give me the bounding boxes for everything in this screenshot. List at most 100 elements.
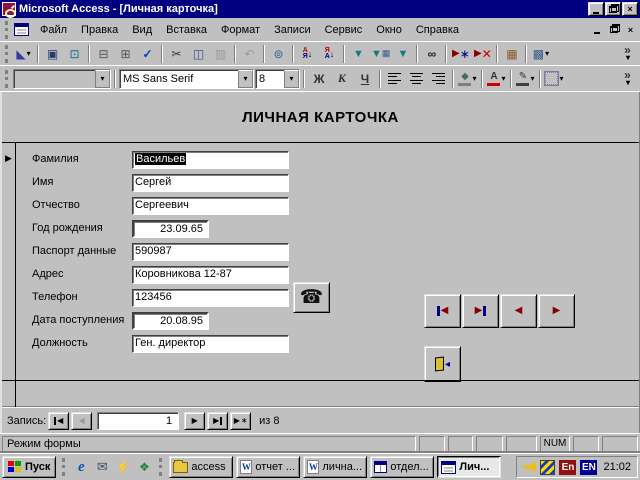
border-button[interactable]: ▾: [544, 69, 565, 89]
fill-color-button[interactable]: ◆▾: [457, 69, 478, 89]
font-color-button[interactable]: А▾: [486, 69, 507, 89]
record-prev-button[interactable]: ◀: [71, 412, 92, 430]
surname-field[interactable]: Васильев: [132, 151, 289, 169]
font-size-dropdown-icon[interactable]: ▾: [284, 70, 299, 88]
align-center-button[interactable]: [406, 69, 427, 89]
record-next-icon: ▶: [192, 416, 198, 425]
menubar-grip[interactable]: [5, 21, 9, 39]
passport-field[interactable]: 590987: [132, 243, 289, 261]
line-color-button[interactable]: ✎▾: [515, 69, 536, 89]
print-preview-button[interactable]: ⊞: [115, 44, 136, 64]
language-indicator-en-red[interactable]: En: [559, 460, 576, 475]
dial-phone-button[interactable]: ☎: [293, 282, 330, 313]
record-new-button[interactable]: ▶∗: [230, 412, 251, 430]
task-button-lich-active[interactable]: Лич...: [437, 456, 501, 478]
taskbar-grip[interactable]: [62, 458, 66, 476]
filter-by-form-button[interactable]: ▼▦: [370, 44, 391, 64]
patronymic-field[interactable]: Сергеевич: [132, 197, 289, 215]
menu-item-window[interactable]: Окно: [369, 21, 409, 39]
standard-overflow-button[interactable]: »▾: [617, 44, 638, 64]
record-next-button[interactable]: ▶: [184, 412, 205, 430]
record-selector-bar[interactable]: ▶: [2, 143, 16, 407]
form-system-icon[interactable]: [14, 23, 29, 36]
hiredate-field[interactable]: 20.08.95: [132, 312, 209, 330]
menu-item-tools[interactable]: Сервис: [318, 21, 370, 39]
previous-record-button[interactable]: ◀: [500, 294, 537, 328]
file-search-button[interactable]: ⊡: [64, 44, 85, 64]
ie-quicklaunch-button[interactable]: e: [72, 458, 90, 476]
menu-item-records[interactable]: Записи: [267, 21, 318, 39]
mdi-minimize-button[interactable]: [589, 23, 604, 36]
apply-filter-button[interactable]: ▼: [392, 44, 413, 64]
task-button-report[interactable]: Wотчет ...: [236, 456, 300, 478]
menu-item-format[interactable]: Формат: [214, 21, 267, 39]
close-button[interactable]: ×: [622, 2, 638, 16]
taskbar-grip[interactable]: [159, 458, 163, 476]
record-first-button[interactable]: ◀: [48, 412, 69, 430]
standard-toolbar-grip[interactable]: [5, 45, 9, 63]
new-object-button[interactable]: ▩▾: [530, 44, 551, 64]
formatting-overflow-button[interactable]: »▾: [617, 69, 638, 89]
align-left-button[interactable]: [384, 69, 405, 89]
formatting-toolbar-grip[interactable]: [5, 70, 9, 88]
sort-descending-button[interactable]: ЯА↓: [319, 44, 340, 64]
bold-button[interactable]: Ж: [308, 69, 330, 89]
object-select-combo[interactable]: ▾: [13, 69, 111, 89]
task-button-access[interactable]: access: [169, 456, 233, 478]
underline-button[interactable]: Ч: [354, 69, 376, 89]
record-prev-icon: ◀: [79, 416, 85, 425]
language-indicator-en-blue[interactable]: EN: [580, 460, 597, 475]
save-button[interactable]: ▣: [42, 44, 63, 64]
font-name-dropdown-icon[interactable]: ▾: [238, 70, 253, 88]
mdi-close-button[interactable]: ×: [623, 23, 638, 36]
exit-form-button[interactable]: ◂: [424, 346, 461, 382]
speaker-icon[interactable]: [523, 462, 536, 473]
cut-icon: ✂: [171, 47, 181, 61]
mail-quicklaunch-button[interactable]: ✉: [93, 458, 111, 476]
undo-button[interactable]: ↶: [239, 44, 260, 64]
restore-button[interactable]: [605, 2, 621, 16]
minimize-button[interactable]: [588, 2, 604, 16]
object-select-dropdown-icon[interactable]: ▾: [95, 70, 110, 88]
start-button[interactable]: Пуск: [2, 456, 56, 478]
record-last-button[interactable]: ▶: [207, 412, 228, 430]
cut-button[interactable]: ✂: [166, 44, 187, 64]
phone-field[interactable]: 123456: [132, 289, 289, 307]
sort-ascending-button[interactable]: АЯ↓: [297, 44, 318, 64]
font-size-combo[interactable]: 8▾: [255, 69, 300, 89]
app-quicklaunch-button[interactable]: ❖: [135, 458, 153, 476]
font-name-combo[interactable]: MS Sans Serif▾: [119, 69, 254, 89]
toolbar-separator: [343, 45, 345, 63]
menu-item-help[interactable]: Справка: [409, 21, 466, 39]
menu-item-edit[interactable]: Правка: [74, 21, 125, 39]
print-button[interactable]: ⊟: [93, 44, 114, 64]
italic-button[interactable]: К: [331, 69, 353, 89]
insert-hyperlink-button[interactable]: ⊚: [268, 44, 289, 64]
first-record-button[interactable]: ◀: [424, 294, 461, 328]
next-record-button[interactable]: ▶: [538, 294, 575, 328]
winamp-quicklaunch-button[interactable]: ⚡: [114, 458, 132, 476]
position-field[interactable]: Ген. директор: [132, 335, 289, 353]
birthdate-field[interactable]: 23.09.65: [132, 220, 209, 238]
find-button[interactable]: ∞: [421, 44, 442, 64]
task-button-lichnaya[interactable]: Wлична...: [303, 456, 367, 478]
address-field[interactable]: Коровникова 12-87: [132, 266, 289, 284]
last-record-button[interactable]: ▶: [462, 294, 499, 328]
spelling-button[interactable]: ✓: [137, 44, 158, 64]
new-record-button[interactable]: ▶∗: [450, 44, 471, 64]
menu-item-insert[interactable]: Вставка: [159, 21, 214, 39]
align-right-button[interactable]: [428, 69, 449, 89]
task-button-otdel[interactable]: отдел...: [370, 456, 434, 478]
menu-item-file[interactable]: Файл: [33, 21, 74, 39]
menu-item-view[interactable]: Вид: [125, 21, 159, 39]
view-button[interactable]: ◣▾: [13, 44, 34, 64]
copy-button[interactable]: ◫: [188, 44, 209, 64]
paste-button[interactable]: ▥: [210, 44, 231, 64]
keyboard-flag-icon[interactable]: [540, 460, 555, 475]
delete-record-button[interactable]: ▶✕: [472, 44, 493, 64]
database-window-button[interactable]: ▦: [501, 44, 522, 64]
mdi-restore-button[interactable]: [606, 23, 621, 36]
firstname-field[interactable]: Сергей: [132, 174, 289, 192]
record-number-input[interactable]: [97, 412, 179, 430]
filter-by-selection-button[interactable]: ▼: [348, 44, 369, 64]
